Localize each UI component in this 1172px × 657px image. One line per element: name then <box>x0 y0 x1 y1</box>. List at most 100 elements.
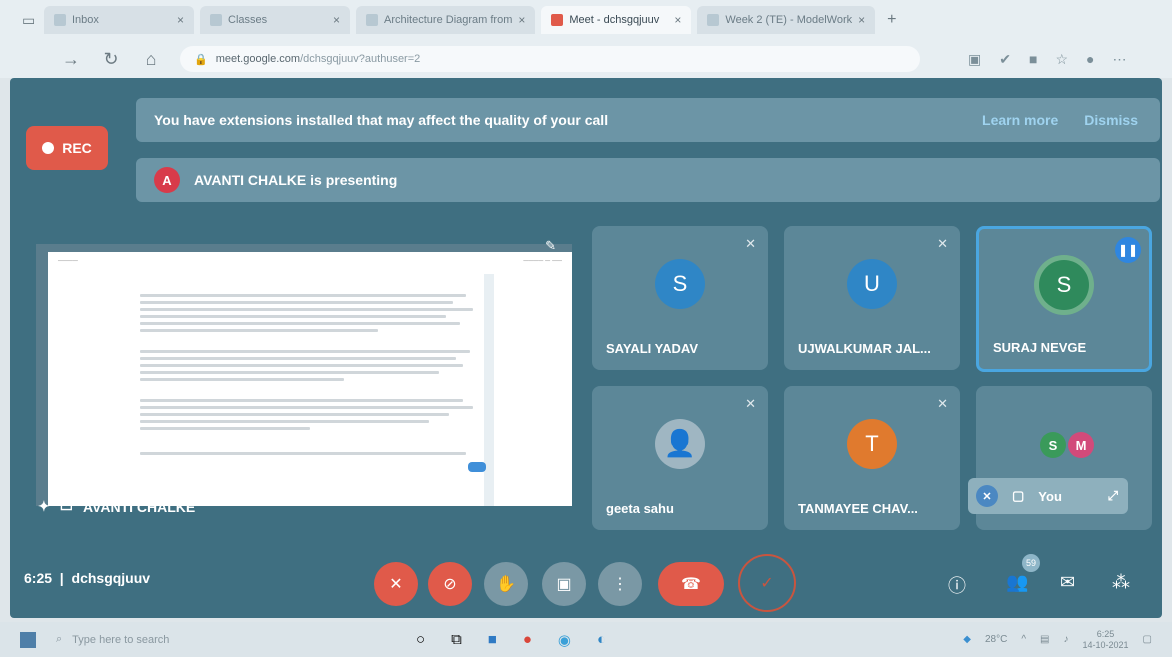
avatar: 👤 <box>655 418 705 469</box>
url-path: /dchsgqjuuv?authuser=2 <box>300 53 421 65</box>
close-tab-icon[interactable]: × <box>858 13 865 27</box>
app-icon[interactable]: ■ <box>488 631 497 649</box>
extension-icon[interactable]: ■ <box>1029 51 1037 68</box>
close-tab-icon[interactable]: × <box>177 13 184 27</box>
learn-more-link[interactable]: Learn more <box>982 112 1058 128</box>
speaking-indicator-icon: ❚❚ <box>1115 237 1141 263</box>
mic-off-icon: ✦ <box>38 498 50 514</box>
tab-architecture[interactable]: Architecture Diagram from × <box>356 6 536 34</box>
extension-icon[interactable]: ✔ <box>999 51 1011 68</box>
meet-icon <box>551 14 564 26</box>
mic-off-icon: ✕ <box>745 236 756 251</box>
rec-label: REC <box>62 140 92 156</box>
close-tab-icon[interactable]: × <box>674 13 681 27</box>
clock-date: 14-10-2021 <box>1082 639 1129 650</box>
close-tab-icon[interactable]: × <box>518 13 525 27</box>
avatar: U <box>847 258 897 309</box>
more-icon[interactable]: ⋯ <box>1112 51 1126 68</box>
presenter-label: ✦ ▭ AVANTI CHALKE <box>38 498 195 515</box>
participant-tile[interactable]: ✕ S SAYALI YADAV <box>592 226 768 370</box>
participant-name: TANMAYEE CHAV... <box>798 501 918 516</box>
task-view-icon[interactable]: ⧉ <box>451 631 462 649</box>
meeting-info-icon[interactable]: ⓘ <box>948 572 966 598</box>
screen-share-tile[interactable]: ──── ──── ─ ── ✎ <box>36 238 572 506</box>
extensions-area: ▣ ✔ ■ ☆ ● ⋯ <box>968 51 1126 68</box>
windows-start-icon[interactable] <box>20 631 36 648</box>
forward-icon[interactable]: → <box>60 49 82 70</box>
classroom-icon <box>210 14 222 26</box>
tab-week2[interactable]: Week 2 (TE) - ModelWork × <box>697 6 876 34</box>
self-view-bar[interactable]: ✕ ▢ You ⤢ <box>968 478 1128 514</box>
meeting-time: 6:25 <box>24 570 53 586</box>
notifications-icon[interactable]: ▢ <box>1143 634 1152 645</box>
controls-bar: 6:25 | dchsgqjuuv ✕ ⊘ ✋ ▣ ⋮ ☎ ✓ ⓘ 59 👥 ✉… <box>10 548 1162 618</box>
taskbar-search[interactable]: ⌕ Type here to search <box>56 633 356 646</box>
camera-off-icon[interactable]: ▢ <box>1012 488 1024 504</box>
doc-icon <box>366 14 378 26</box>
temperature: 28°C <box>985 634 1008 645</box>
browser-chrome: ▭ Inbox × Classes × Architecture Diagram f… <box>0 0 1172 78</box>
meet-window: REC You have extensions installed that m… <box>10 78 1162 618</box>
banner-links: Learn more Dismiss <box>982 112 1138 128</box>
document-text <box>140 294 480 459</box>
cortana-icon[interactable]: ○ <box>416 631 425 649</box>
others-avatars: S M <box>1040 432 1094 458</box>
app-icon[interactable]: ◉ <box>558 631 571 649</box>
star-icon[interactable]: ☆ <box>1055 51 1068 68</box>
mic-off-icon: ✕ <box>937 396 948 411</box>
tab-meet[interactable]: Meet - dchsgqjuuv × <box>541 6 692 34</box>
extension-icon[interactable]: ▣ <box>968 51 981 68</box>
participant-tile[interactable]: ✕ T TANMAYEE CHAV... <box>784 386 960 530</box>
lock-icon: 🔒 <box>194 53 208 66</box>
tab-inbox[interactable]: Inbox × <box>44 6 194 34</box>
search-placeholder: Type here to search <box>72 633 170 646</box>
comment-bubble-icon[interactable] <box>468 462 486 472</box>
banner-message: You have extensions installed that may a… <box>154 112 609 128</box>
participant-tile[interactable]: ✕ U UJWALKUMAR JAL... <box>784 226 960 370</box>
mic-toggle-button[interactable]: ✕ <box>374 562 418 606</box>
avatar: T <box>847 418 897 469</box>
leave-call-button[interactable]: ☎ <box>658 562 724 606</box>
dismiss-link[interactable]: Dismiss <box>1084 112 1138 128</box>
avatar: A <box>154 167 180 193</box>
activities-icon[interactable]: ⁂ <box>1112 572 1130 593</box>
tab-label: Inbox <box>72 14 99 26</box>
meeting-details: 6:25 | dchsgqjuuv <box>24 570 151 586</box>
extension-button[interactable]: ✓ <box>738 554 796 612</box>
reload-icon[interactable]: ↻ <box>100 49 122 70</box>
more-options-button[interactable]: ⋮ <box>598 562 642 606</box>
home-icon[interactable]: ⌂ <box>140 49 162 70</box>
scrollbar[interactable] <box>484 274 494 506</box>
new-tab-button[interactable]: + <box>887 11 896 29</box>
present-icon: ▭ <box>59 498 73 514</box>
raise-hand-button[interactable]: ✋ <box>484 562 528 606</box>
avatar: M <box>1068 432 1094 458</box>
close-tab-icon[interactable]: × <box>333 13 340 27</box>
window-menu-icon[interactable]: ▭ <box>22 12 38 29</box>
self-label: You <box>1038 488 1062 504</box>
presenter-name: AVANTI CHALKE <box>82 498 196 515</box>
present-now-button[interactable]: ▣ <box>542 562 586 606</box>
profile-icon[interactable]: ● <box>1086 51 1094 68</box>
weather-icon: ◆ <box>963 634 971 645</box>
people-icon[interactable]: 👥 <box>1006 572 1028 593</box>
avatar: S <box>655 258 705 309</box>
chat-icon[interactable]: ✉ <box>1060 572 1075 593</box>
tab-classes[interactable]: Classes × <box>200 6 350 34</box>
pin-icon[interactable]: ✎ <box>545 238 556 254</box>
edge-icon[interactable]: ◐ <box>597 631 606 649</box>
url-input[interactable]: 🔒 meet.google.com/dchsgqjuuv?authuser=2 <box>180 46 920 72</box>
clock[interactable]: 6:25 14-10-2021 <box>1083 629 1129 651</box>
participant-tile[interactable]: ❚❚ S SURAJ NEVGE <box>976 226 1152 372</box>
tab-label: Architecture Diagram from <box>384 14 513 26</box>
chevron-up-icon[interactable]: ^ <box>1021 634 1026 645</box>
participant-name: SAYALI YADAV <box>606 341 699 356</box>
mic-off-icon: ✕ <box>937 236 948 251</box>
mic-off-icon[interactable]: ✕ <box>976 485 998 507</box>
participant-tile[interactable]: ✕ 👤 geeta sahu <box>592 386 768 530</box>
app-icon[interactable]: ● <box>523 631 532 649</box>
expand-icon[interactable]: ⤢ <box>1108 488 1118 504</box>
camera-toggle-button[interactable]: ⊘ <box>428 562 472 606</box>
check-icon: ✓ <box>760 575 774 592</box>
participant-name: SURAJ NEVGE <box>993 340 1087 355</box>
